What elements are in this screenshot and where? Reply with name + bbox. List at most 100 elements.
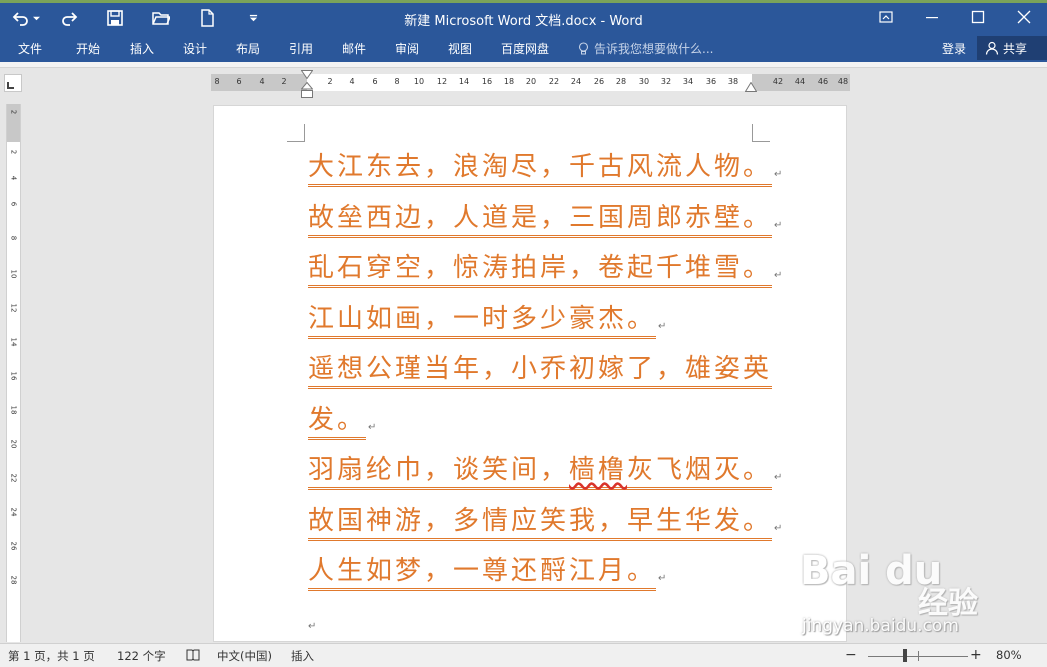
ruler-tick: 22 [548,77,560,86]
tab-review[interactable]: 审阅 [395,40,419,57]
zoom-slider-thumb[interactable] [903,649,907,662]
text-line[interactable]: 发。 ↵ [308,403,768,454]
line-text: 江山如画，一时多少豪杰。 [308,302,657,339]
paragraph-mark: ↵ [658,320,667,332]
ruler-tick: 8 [394,77,400,86]
tell-me-search[interactable]: 告诉我您想要做什么... [577,40,713,57]
ruler-tick: 48 [837,77,849,86]
ribbon-collapsed-edge [0,62,1047,68]
zoom-out-button[interactable]: − [845,647,857,663]
ruler-tick: 2 [9,109,18,115]
tab-references[interactable]: 引用 [289,40,313,57]
ruler-tick: 18 [9,405,18,415]
ruler-tick: 28 [615,77,627,86]
ruler-tick: 8 [9,235,18,241]
text-line[interactable]: 人生如梦，一尊还酹江月。 ↵ [308,554,768,605]
page-count[interactable]: 第 1 页，共 1 页 [8,648,95,664]
paragraph-mark: ↵ [774,169,783,180]
text-line[interactable]: 乱石穿空，惊涛拍岸，卷起千堆雪。 ↵ [308,251,782,302]
ruler-tick: 16 [9,371,18,381]
hanging-indent-marker[interactable] [301,82,313,98]
ruler-tick: 6 [372,77,378,86]
login-link[interactable]: 登录 [942,40,966,57]
left-tab-stop-icon [7,82,14,89]
spelling-error-word[interactable]: 樯橹 [569,455,627,485]
close-icon [1017,10,1031,24]
vertical-scrollbar[interactable] [1032,69,1047,642]
ruler-tick: 10 [9,269,18,279]
line-text: 人生如梦，一尊还酹江月。 [308,554,657,591]
ruler-tick: 26 [9,541,18,551]
person-icon [985,41,999,55]
document-body[interactable]: 大江东去，浪淘尽，千古风流人物。 ↵ 故垒西边，人道是，三国周郎赤壁。 ↵ 乱石穿空… [308,150,782,605]
ruler-tick: 26 [593,77,605,86]
tab-mailings[interactable]: 邮件 [342,40,366,57]
ruler-tick: 14 [458,77,470,86]
ruler-tick: 38 [727,77,739,86]
minimize-button[interactable] [909,4,955,30]
right-indent-marker[interactable] [745,82,757,92]
ruler-tick: 20 [525,77,537,86]
line-text: 发。 [308,403,367,440]
status-bar: 第 1 页，共 1 页 122 个字 中文(中国) 插入 − + 80% [0,643,1047,667]
ruler-tick: 42 [772,77,784,86]
tab-insert[interactable]: 插入 [130,40,154,57]
tab-design[interactable]: 设计 [183,40,207,57]
ruler-tick: 28 [9,575,18,585]
ruler-tick: 32 [660,77,672,86]
ruler-tick: 30 [638,77,650,86]
ruler-tick: 22 [9,473,18,483]
ruler-tick: 24 [9,507,18,517]
ruler-tick: 8 [214,77,220,86]
maximize-icon [971,10,985,24]
text-line[interactable]: 羽扇纶巾，谈笑间，樯橹灰飞烟灭。 ↵ [308,453,782,504]
text-line[interactable]: 故国神游，多情应笑我，早生华发。 ↵ [308,504,782,555]
tab-layout[interactable]: 布局 [236,40,260,57]
share-button[interactable]: 共享 [977,36,1047,60]
paragraph-mark: ↵ [658,573,667,584]
line-text: 故国神游，多情应笑我，早生华发。 [308,504,773,541]
line-text-part: 灰飞烟灭。 [627,455,773,485]
proofing-book-icon[interactable] [186,649,200,661]
title-bar-accent [0,0,1047,3]
paragraph-mark: ↵ [774,270,783,281]
ribbon-tab-bar: 文件 开始 插入 设计 布局 引用 邮件 审阅 视图 百度网盘 告诉我您想要做什… [0,34,1047,62]
minimize-icon [926,17,938,19]
crop-mark-top-left [287,124,305,142]
paragraph-mark: ↵ [774,219,783,231]
ribbon-display-options-button[interactable] [863,4,909,30]
zoom-slider-center-mark [918,651,919,661]
text-line[interactable]: 故垒西边，人道是，三国周郎赤壁。 ↵ [308,201,782,252]
tab-selector-button[interactable] [4,74,22,92]
zoom-percent[interactable]: 80% [996,648,1022,662]
tab-file[interactable]: 文件 [18,40,42,57]
ribbon-display-icon [879,11,893,23]
vertical-ruler[interactable]: 2 2 4 6 8 10 12 14 16 18 20 22 24 26 28 [6,104,21,642]
first-line-indent-marker[interactable] [301,70,313,79]
ruler-tick: 36 [705,77,717,86]
document-page[interactable]: 大江东去，浪淘尽，千古风流人物。 ↵ 故垒西边，人道是，三国周郎赤壁。 ↵ 乱石穿空… [213,105,847,642]
insert-mode-indicator[interactable]: 插入 [291,648,314,664]
text-line[interactable]: 遥想公瑾当年，小乔初嫁了，雄姿英 [308,352,773,403]
watermark-url: jingyan.baidu.com [802,616,959,636]
paragraph-mark: ↵ [774,522,783,534]
baidu-jingyan-watermark: Bai du 经验 jingyan.baidu.com [800,548,1000,643]
line-text: 故垒西边，人道是，三国周郎赤壁。 [308,201,773,238]
ruler-tick: 12 [436,77,448,86]
ruler-tick: 34 [682,77,694,86]
zoom-in-button[interactable]: + [970,647,982,663]
text-line[interactable]: 大江东去，浪淘尽，千古风流人物。 ↵ [308,150,782,201]
line-text: 羽扇纶巾，谈笑间，樯橹灰飞烟灭。 [308,453,773,490]
tab-home[interactable]: 开始 [76,40,100,57]
ruler-tick: 4 [349,77,355,86]
language-indicator[interactable]: 中文(中国) [217,648,272,664]
ruler-tick: 46 [817,77,829,86]
tab-view[interactable]: 视图 [448,40,472,57]
tab-baidu-netdisk[interactable]: 百度网盘 [501,40,549,57]
close-button[interactable] [1001,4,1047,30]
ruler-tick: 4 [9,175,18,181]
word-count[interactable]: 122 个字 [117,648,166,664]
text-line[interactable]: 江山如画，一时多少豪杰。 ↵ [308,302,768,353]
line-text: 遥想公瑾当年，小乔初嫁了，雄姿英 [308,352,773,389]
maximize-button[interactable] [955,4,1001,30]
